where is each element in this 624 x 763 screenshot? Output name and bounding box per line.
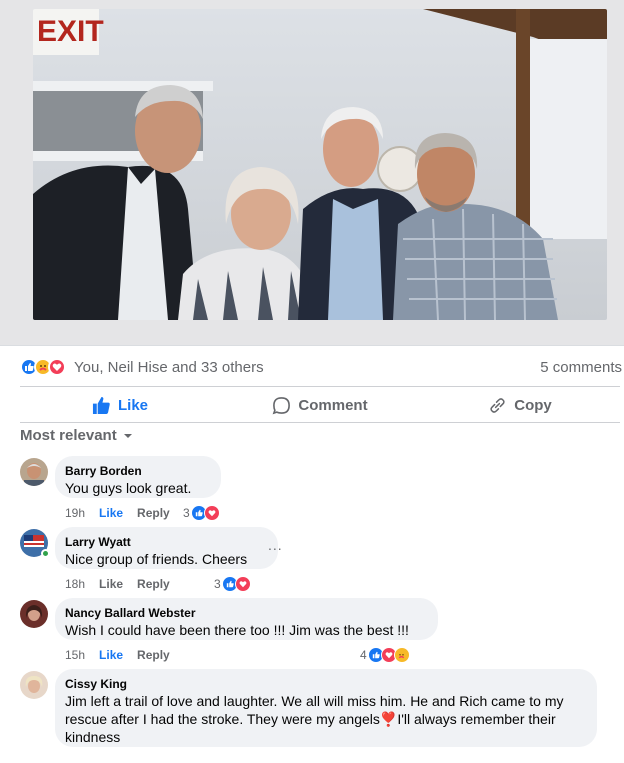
avatar[interactable] xyxy=(20,671,48,699)
link-icon xyxy=(490,397,505,413)
comment-bubble: Barry Borden You guys look great. xyxy=(55,456,221,498)
comment-reaction-count: 3 xyxy=(183,506,190,520)
comment-text-line: kindness xyxy=(65,729,121,745)
comment-time[interactable]: 18h xyxy=(65,577,85,591)
comment-item: Larry Wyatt Nice group of friends. Cheer… xyxy=(20,527,620,597)
actions-bottom-divider xyxy=(20,422,620,423)
comment-text: Nice group of friends. Cheers xyxy=(65,551,248,567)
comment-sort-dropdown[interactable]: Most relevant xyxy=(20,427,133,444)
comment-author[interactable]: Cissy King xyxy=(65,676,585,692)
comment-reaction-count: 4 xyxy=(360,648,367,662)
post-photo[interactable]: EXIT xyxy=(33,9,607,320)
comment-meta: 15h Like Reply xyxy=(65,648,184,662)
comment-like-button[interactable]: Like xyxy=(99,577,123,591)
avatar[interactable] xyxy=(20,458,48,486)
online-status-dot xyxy=(41,549,50,558)
comment-bubble-icon xyxy=(273,396,291,414)
comment-bubble: Cissy King Jim left a trail of love and … xyxy=(55,669,597,747)
comment-reactions[interactable]: 3 xyxy=(214,576,251,592)
love-reaction-icon xyxy=(234,576,251,592)
actions-top-divider xyxy=(20,386,620,387)
post-photo-area: EXIT xyxy=(0,0,624,345)
comment-meta: 19h Like Reply xyxy=(65,506,184,520)
care-reaction-icon xyxy=(393,647,410,663)
comment-like-button[interactable]: Like xyxy=(99,648,123,662)
comment-author[interactable]: Nancy Ballard Webster xyxy=(65,605,426,621)
thumbs-up-icon xyxy=(92,396,110,414)
reactions-text[interactable]: You, Neil Hise and 33 others xyxy=(74,359,264,376)
comment-reply-button[interactable]: Reply xyxy=(137,577,170,591)
sort-label: Most relevant xyxy=(20,427,117,444)
comment-button-label: Comment xyxy=(298,396,368,414)
love-reaction-icon xyxy=(48,358,66,376)
comment-author[interactable]: Barry Borden xyxy=(65,463,209,479)
comment-text-line: Jim left a trail of love and laughter. W… xyxy=(65,693,564,709)
comment-bubble: Larry Wyatt Nice group of friends. Cheer… xyxy=(55,527,278,569)
love-reaction-icon xyxy=(203,505,220,521)
comment-item: Cissy King Jim left a trail of love and … xyxy=(20,669,620,763)
like-button[interactable]: Like xyxy=(20,388,220,422)
comment-author[interactable]: Larry Wyatt xyxy=(65,534,266,550)
reaction-icons xyxy=(20,358,66,376)
comment-meta: 18h Like Reply xyxy=(65,577,184,591)
comment-time[interactable]: 15h xyxy=(65,648,85,662)
comment-reactions[interactable]: 3 xyxy=(183,505,220,521)
comment-text: You guys look great. xyxy=(65,480,192,496)
reactions-summary[interactable]: You, Neil Hise and 33 others 5 comments xyxy=(20,356,622,378)
comment-like-button[interactable]: Like xyxy=(99,506,123,520)
comment-reactions[interactable]: 4 xyxy=(360,647,410,663)
caret-down-icon xyxy=(123,433,132,438)
comment-text-line: rescue after I had the stroke. They were… xyxy=(65,711,556,727)
comments-count[interactable]: 5 comments xyxy=(540,359,622,376)
comment-button[interactable]: Comment xyxy=(220,388,420,422)
comment-reply-button[interactable]: Reply xyxy=(137,506,170,520)
svg-text:EXIT: EXIT xyxy=(37,15,104,48)
comment-bubble: Nancy Ballard Webster Wish I could have … xyxy=(55,598,438,640)
avatar[interactable] xyxy=(20,600,48,628)
copy-button-label: Copy xyxy=(514,396,552,414)
comment-reaction-count: 3 xyxy=(214,577,221,591)
comment-item: Nancy Ballard Webster Wish I could have … xyxy=(20,598,620,668)
comment-text: Wish I could have been there too !!! Jim… xyxy=(65,622,409,638)
comment-more-options-button[interactable]: ... xyxy=(268,537,283,553)
comment-time[interactable]: 19h xyxy=(65,506,85,520)
group-photo-image: EXIT xyxy=(33,9,607,320)
comment-item: Barry Borden You guys look great. 19h Li… xyxy=(20,456,620,526)
comment-reply-button[interactable]: Reply xyxy=(137,648,170,662)
photo-divider xyxy=(0,345,624,346)
like-button-label: Like xyxy=(117,396,148,414)
post-actions: Like Comment Copy xyxy=(20,388,620,422)
copy-button[interactable]: Copy xyxy=(420,388,620,422)
